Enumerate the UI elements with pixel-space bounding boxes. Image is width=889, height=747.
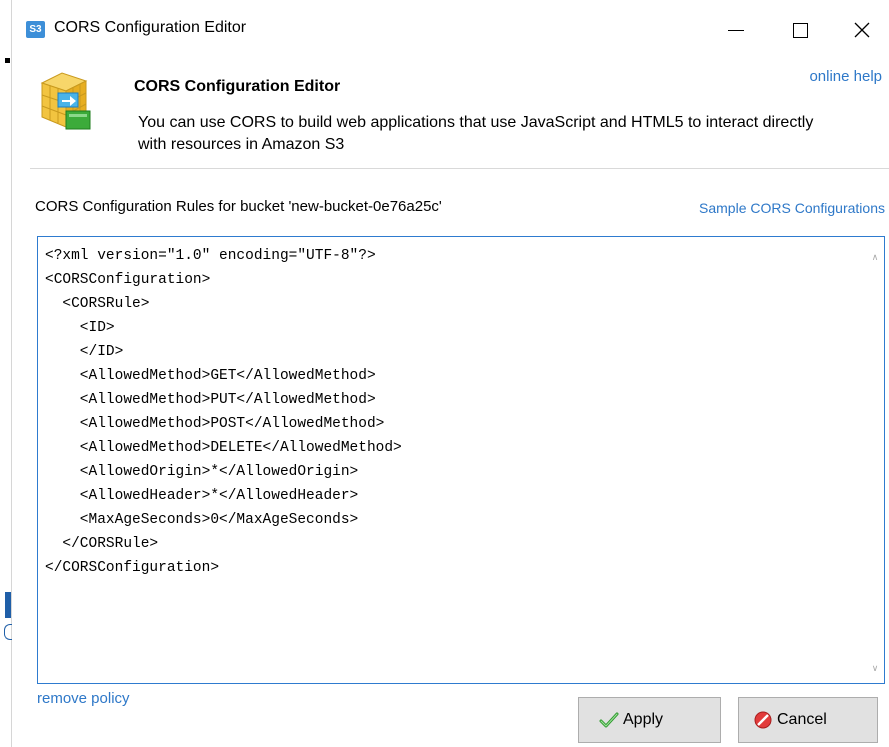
close-icon <box>854 22 870 38</box>
vertical-scrollbar[interactable]: ∧ ∨ <box>866 237 884 683</box>
cancel-label: Cancel <box>777 711 827 728</box>
no-entry-icon <box>753 710 773 730</box>
window-title: CORS Configuration Editor <box>54 19 247 36</box>
cors-xml-textarea[interactable] <box>38 237 868 683</box>
apply-button[interactable]: Apply <box>578 697 721 743</box>
s3-app-icon: S3 <box>26 21 45 38</box>
title-bar: S3 CORS Configuration Editor <box>12 0 889 58</box>
remove-policy-link[interactable]: remove policy <box>37 690 130 707</box>
checkmark-icon <box>599 710 619 730</box>
header-separator <box>30 168 889 169</box>
online-help-link[interactable]: online help <box>809 68 882 85</box>
scroll-up-icon[interactable]: ∧ <box>870 252 880 262</box>
cors-editor-dialog: S3 CORS Configuration Editor CORS Config… <box>12 0 889 747</box>
background-artifact <box>5 58 10 63</box>
apply-label: Apply <box>623 711 664 728</box>
background-artifact <box>4 624 12 640</box>
maximize-button[interactable] <box>780 10 820 50</box>
close-button[interactable] <box>842 10 882 50</box>
cancel-button[interactable]: Cancel <box>738 697 878 743</box>
rules-label: CORS Configuration Rules for bucket 'new… <box>35 198 442 215</box>
cors-xml-editor: ∧ ∨ <box>37 236 885 684</box>
scroll-down-icon[interactable]: ∨ <box>870 663 880 673</box>
cors-cube-icon <box>40 72 91 130</box>
header-description: You can use CORS to build web applicatio… <box>138 114 814 153</box>
header-title: CORS Configuration Editor <box>134 78 341 95</box>
background-artifact <box>5 592 11 618</box>
minimize-icon <box>728 29 744 31</box>
sample-configurations-link[interactable]: Sample CORS Configurations <box>699 200 885 216</box>
maximize-icon <box>792 22 808 38</box>
minimize-button[interactable] <box>716 10 756 50</box>
